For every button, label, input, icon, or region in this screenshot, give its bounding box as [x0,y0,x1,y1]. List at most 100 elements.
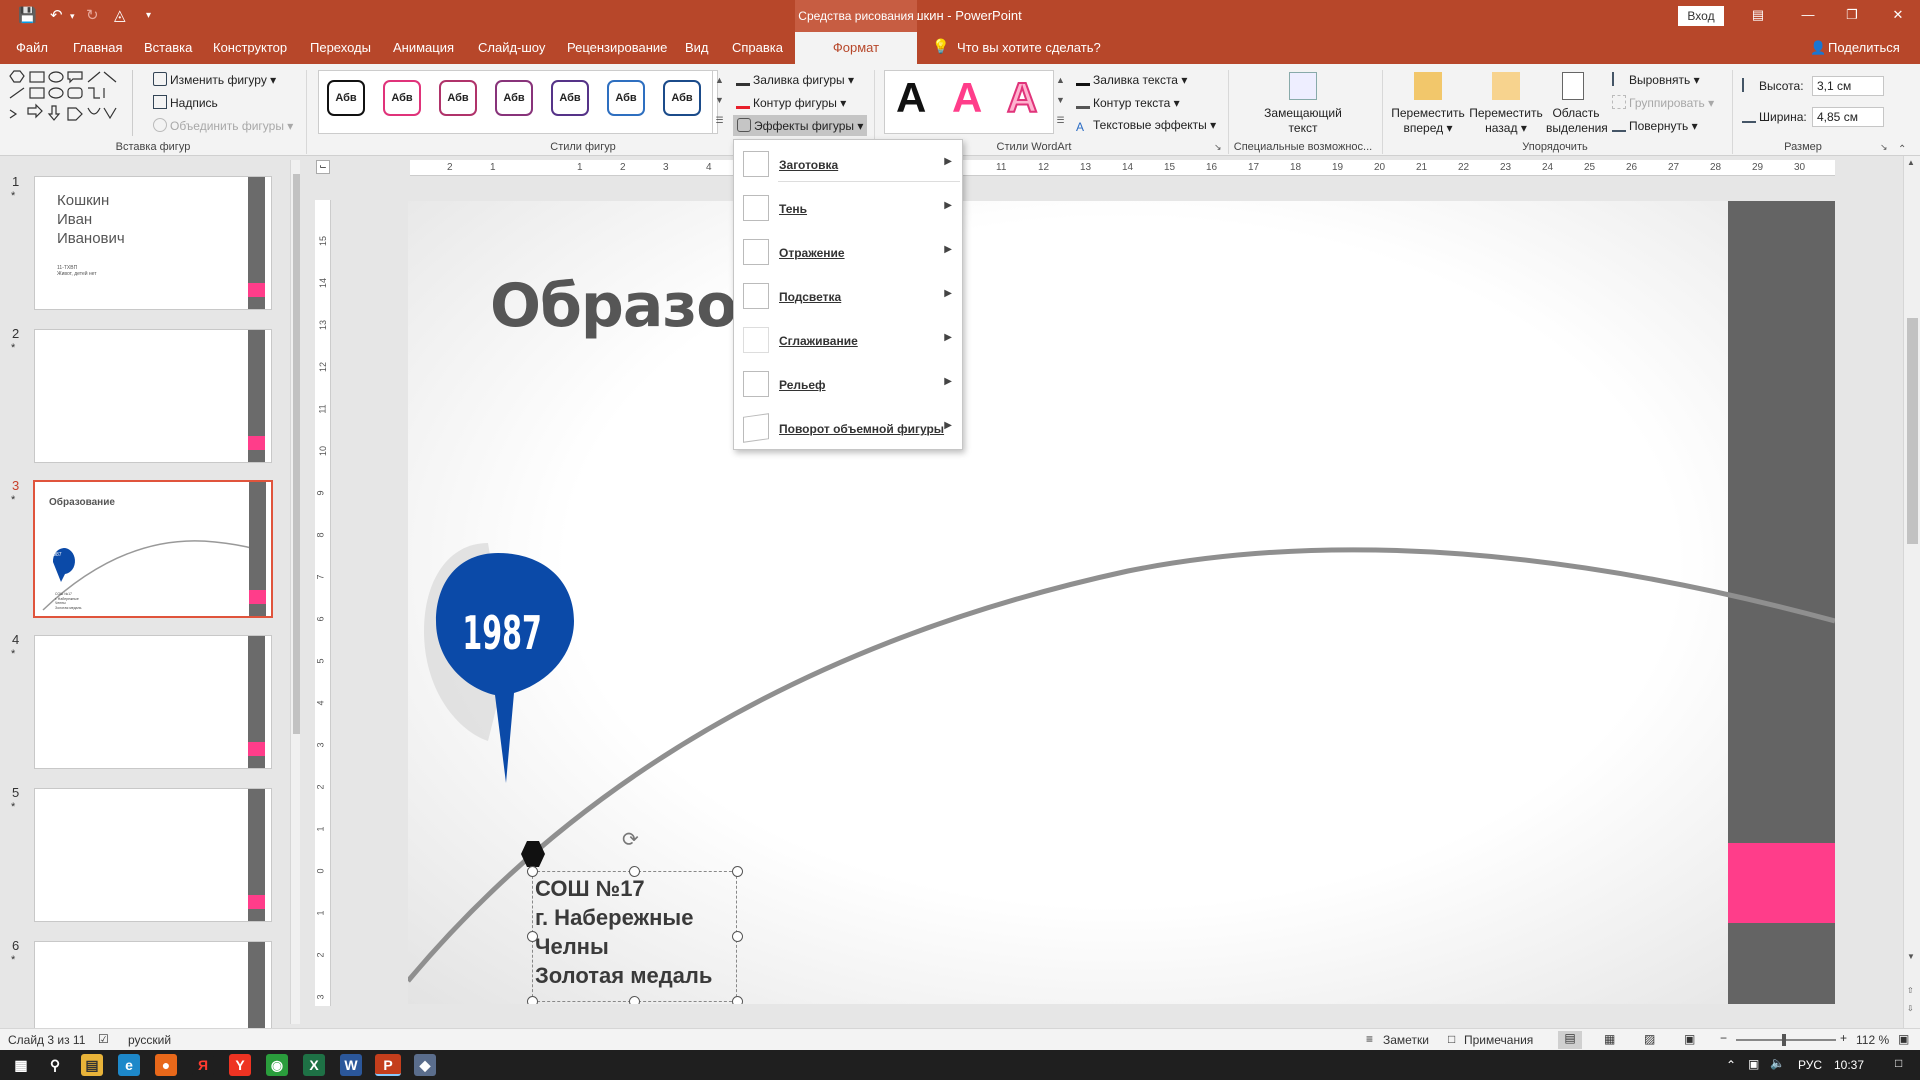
text-fill-button[interactable]: Заливка текста ▾ [1076,72,1187,87]
scroll-down-icon[interactable]: ▼ [1907,952,1915,961]
tab-home[interactable]: Главная [73,40,122,55]
tab-review[interactable]: Рецензирование [567,40,667,55]
tray-expand-icon[interactable]: ⌃ [1726,1058,1736,1072]
resize-handle[interactable] [732,996,743,1004]
shape-effects-button[interactable]: Эффекты фигуры ▾ [733,115,868,136]
yandex-browser-icon[interactable]: Y [229,1054,251,1076]
tell-me-input[interactable]: Что вы хотите сделать? [957,40,1101,55]
resize-handle[interactable] [527,996,538,1004]
yandex-icon[interactable]: Я [192,1054,214,1076]
notes-button[interactable]: Заметки [1383,1033,1429,1047]
editor-scrollbar[interactable]: ▲ ▼ ⇧ ⇩ [1903,156,1920,1028]
network-icon[interactable]: ▣ [1748,1057,1759,1071]
tab-file[interactable]: Файл [16,40,48,55]
resize-handle[interactable] [527,931,538,942]
selection-pane-button[interactable]: Область выделения [1546,106,1608,136]
windows-start-icon[interactable]: ▦ [10,1054,32,1076]
slide-thumbnail-4[interactable] [34,635,272,769]
firefox-icon[interactable]: ● [155,1054,177,1076]
language-status[interactable]: русский [128,1033,171,1047]
rotate-handle-icon[interactable]: ⟳ [622,827,639,852]
comments-button[interactable]: Примечания [1464,1033,1533,1047]
tab-transitions[interactable]: Переходы [310,40,371,55]
zoom-slider[interactable] [1736,1039,1836,1041]
shape-style-3[interactable]: Абв [439,80,477,116]
shape-style-2[interactable]: Абв [383,80,421,116]
shape-style-6[interactable]: Абв [607,80,645,116]
menu-item-soft-edges[interactable]: Сглаживание ▶ [734,319,962,363]
send-backward-button[interactable]: Переместить назад ▾ [1466,106,1546,136]
shape-fill-button[interactable]: Заливка фигуры ▾ [736,72,854,87]
volume-icon[interactable]: 🔈 [1770,1056,1785,1070]
slide-thumbnail-5[interactable] [34,788,272,922]
shape-outline-button[interactable]: Контур фигуры ▾ [736,95,846,110]
slideshow-view-icon[interactable]: ▣ [1684,1032,1695,1046]
signin-button[interactable]: Вход [1678,6,1724,26]
rotate-button[interactable]: Повернуть ▾ [1612,118,1698,133]
share-button[interactable]: Поделиться [1828,40,1900,55]
minimize-icon[interactable]: — [1798,7,1818,22]
clock[interactable]: 10:37 [1834,1058,1864,1072]
editor-scroll-thumb[interactable] [1907,318,1918,544]
shape-style-1[interactable]: Абв [327,80,365,116]
size-dialog-launcher-icon[interactable]: ↘ [1880,142,1888,153]
app-icon[interactable]: ◆ [414,1054,436,1076]
zoom-out-icon[interactable]: − [1720,1031,1727,1045]
notifications-icon[interactable]: □ [1895,1056,1902,1070]
collapse-ribbon-icon[interactable]: ⌃ [1898,144,1906,155]
bring-forward-button[interactable]: Переместить вперед ▾ [1388,106,1468,136]
menu-item-bevel[interactable]: Рельеф ▶ [734,363,962,407]
close-icon[interactable]: ✕ [1888,7,1908,23]
menu-item-3d-rotation[interactable]: Поворот объемной фигуры ▶ [734,407,962,451]
next-slide-icon[interactable]: ⇩ [1907,1004,1914,1013]
spellcheck-icon[interactable]: ☑ [98,1032,109,1046]
menu-item-shadow[interactable]: Тень ▶ [734,187,962,231]
resize-handle[interactable] [629,996,640,1004]
textbox-button[interactable]: Надпись [153,95,218,110]
chrome-icon[interactable]: ◉ [266,1054,288,1076]
zoom-level[interactable]: 112 % [1856,1033,1889,1047]
wordart-style-3[interactable]: A [1006,73,1038,122]
edit-shape-button[interactable]: Изменить фигуру ▾ [153,72,276,87]
excel-icon[interactable]: X [303,1054,325,1076]
shape-style-4[interactable]: Абв [495,80,533,116]
word-icon[interactable]: W [340,1054,362,1076]
shape-style-7[interactable]: Абв [663,80,701,116]
year-bubble[interactable] [418,541,578,801]
menu-item-reflection[interactable]: Отражение ▶ [734,231,962,275]
tab-view[interactable]: Вид [685,40,709,55]
slide-thumbnail-2[interactable] [34,329,272,463]
height-input[interactable]: 3,1 см [1812,76,1884,96]
fit-to-window-icon[interactable]: ▣ [1898,1032,1909,1046]
wordart-style-1[interactable]: A [896,74,926,122]
wordart-style-2[interactable]: A [952,74,982,122]
align-button[interactable]: Выровнять ▾ [1612,72,1700,87]
text-outline-button[interactable]: Контур текста ▾ [1076,95,1180,110]
tab-design[interactable]: Конструктор [213,40,287,55]
text-effects-button[interactable]: A Текстовые эффекты ▾ [1076,118,1216,134]
slide-sorter-icon[interactable]: ▦ [1604,1032,1615,1046]
edge-icon[interactable]: e [118,1054,140,1076]
width-input[interactable]: 4,85 см [1812,107,1884,127]
file-explorer-icon[interactable]: ▤ [81,1054,103,1076]
shape-styles-scroll[interactable]: ▲ ▼ ☰ [712,70,726,134]
slide-thumbnail-3[interactable]: Образование 1987 СОШ №17 г. Набережные Ч… [33,480,273,618]
normal-view-icon[interactable]: ▤ [1558,1031,1582,1049]
menu-item-glow[interactable]: Подсветка ▶ [734,275,962,319]
resize-handle[interactable] [732,866,743,877]
scroll-up-icon[interactable]: ▲ [1907,158,1915,167]
ribbon-display-options-icon[interactable]: ▤ [1748,7,1768,23]
slide-thumbnail-6[interactable] [34,941,272,1028]
shapes-gallery-scroll[interactable] [132,70,144,136]
reading-view-icon[interactable]: ▨ [1644,1032,1655,1046]
alt-text-icon[interactable] [1289,72,1317,100]
maximize-icon[interactable]: ❐ [1842,7,1862,23]
alt-text-button[interactable]: Замещающий текст [1240,106,1366,136]
tab-animations[interactable]: Анимация [393,40,454,55]
previous-slide-icon[interactable]: ⇧ [1907,986,1914,995]
slide-canvas[interactable]: Образова 1987 СОШ №17 г. Набережные Челн… [408,201,1835,1004]
input-language[interactable]: РУС [1798,1058,1822,1072]
shape-style-5[interactable]: Абв [551,80,589,116]
tab-insert[interactable]: Вставка [144,40,192,55]
shapes-gallery[interactable] [8,70,138,136]
